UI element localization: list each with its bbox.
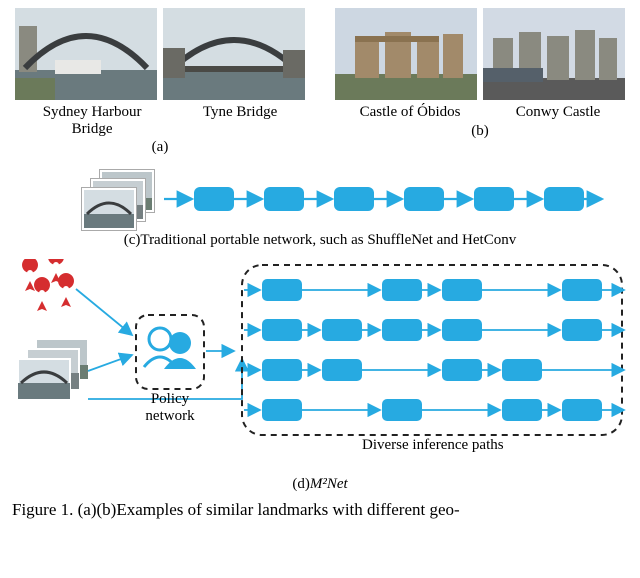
label-tyne: Tyne Bridge — [203, 104, 277, 137]
label-conwy: Conwy Castle — [516, 104, 601, 121]
policy-network — [136, 315, 204, 389]
policy-label: Policy network — [138, 391, 202, 425]
chain-network — [164, 174, 604, 224]
thumb-tyne-bridge — [163, 8, 305, 100]
map-pins — [22, 259, 74, 311]
sublabel-a: (a) — [152, 139, 169, 156]
path-row-4 — [244, 399, 624, 421]
diagram-d: Policy network Diverse inference paths (… — [12, 259, 628, 493]
path-row-3 — [244, 359, 624, 381]
example-pair-b: Castle of Óbidos Conwy Castle (b) — [332, 8, 628, 156]
caption-d: (d)M²Net — [12, 476, 628, 493]
label-obidos: Castle of Óbidos — [360, 104, 461, 121]
figure-caption: Figure 1. (a)(b)Examples of similar land… — [12, 499, 628, 520]
diagram-c: (c)Traditional portable network, such as… — [12, 170, 628, 249]
caption-c: (c)Traditional portable network, such as… — [12, 232, 628, 249]
sublabel-b: (b) — [471, 123, 489, 140]
image-stack-c — [82, 170, 152, 228]
paths-label: Diverse inference paths — [362, 437, 504, 454]
thumb-sydney-harbour-bridge — [15, 8, 157, 100]
label-sydney: Sydney Harbour Bridge — [43, 104, 142, 137]
thumb-castle-obidos — [335, 8, 477, 100]
image-stack-d — [18, 339, 88, 399]
example-pair-a: Sydney Harbour Bridge Tyne Bridge (a) — [12, 8, 308, 156]
thumb-conwy-castle — [483, 8, 625, 100]
path-row-2 — [244, 319, 624, 341]
path-row-1 — [244, 279, 624, 301]
